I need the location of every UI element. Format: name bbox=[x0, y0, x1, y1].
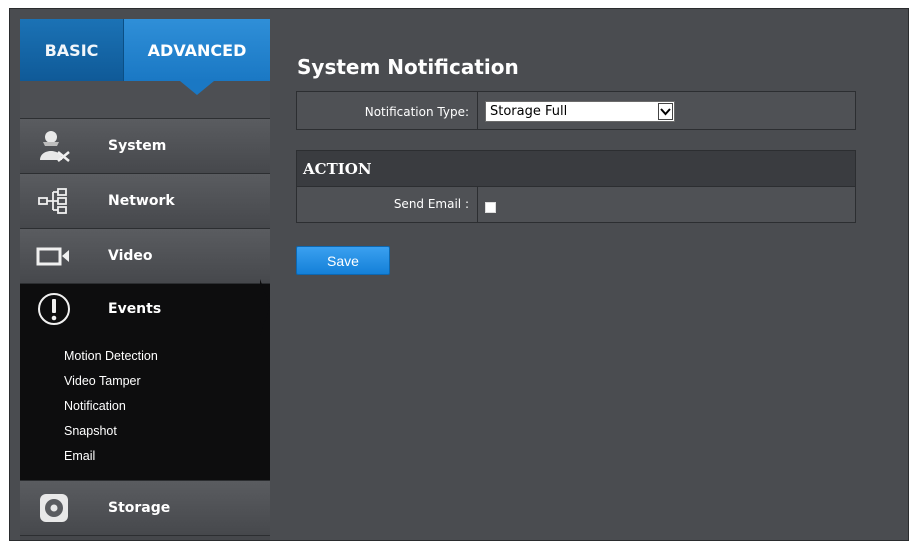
sidebar-item-video[interactable]: Video bbox=[20, 229, 270, 284]
sidebar-item-label: Storage bbox=[108, 500, 171, 516]
action-section: ACTION Send Email : bbox=[296, 150, 856, 223]
chevron-down-icon[interactable] bbox=[658, 103, 673, 120]
select-value: Storage Full bbox=[490, 104, 568, 119]
sidebar-item-system[interactable]: System bbox=[20, 119, 270, 174]
sidebar-item-events[interactable]: Events bbox=[20, 284, 270, 481]
page-title: System Notification bbox=[297, 55, 519, 79]
notification-type-select[interactable]: Storage Full bbox=[485, 101, 675, 122]
label-cell: Notification Type: bbox=[297, 92, 478, 129]
sidebar-item-label: Events bbox=[108, 301, 162, 317]
notification-type-row: Notification Type: Storage Full bbox=[296, 91, 856, 130]
notification-type-label: Notification Type: bbox=[364, 105, 469, 119]
active-item-pointer bbox=[260, 279, 270, 335]
app-frame: BASIC ADVANCED System Network Video Even… bbox=[9, 8, 909, 541]
tab-advanced[interactable]: ADVANCED bbox=[123, 19, 270, 81]
send-email-checkbox[interactable] bbox=[485, 202, 496, 213]
storage-disk-icon bbox=[36, 490, 72, 526]
submenu-snapshot[interactable]: Snapshot bbox=[64, 424, 117, 438]
sidebar-item-label: Video bbox=[108, 248, 153, 264]
mode-tabs: BASIC ADVANCED bbox=[20, 19, 270, 81]
save-button[interactable]: Save bbox=[296, 246, 390, 275]
sidebar-item-label: System bbox=[108, 138, 167, 154]
submenu-email[interactable]: Email bbox=[64, 449, 95, 463]
sidebar-spacer bbox=[20, 81, 270, 119]
label-cell: Send Email : bbox=[297, 187, 478, 222]
active-tab-indicator bbox=[180, 81, 214, 95]
submenu-notification[interactable]: Notification bbox=[64, 399, 126, 413]
submenu-motion-detection[interactable]: Motion Detection bbox=[64, 349, 158, 363]
submenu-video-tamper[interactable]: Video Tamper bbox=[64, 374, 141, 388]
sidebar: BASIC ADVANCED System Network Video Even… bbox=[20, 19, 270, 540]
section-title: ACTION bbox=[303, 160, 372, 178]
send-email-label: Send Email : bbox=[393, 197, 469, 211]
network-tree-icon bbox=[36, 183, 72, 219]
camera-icon bbox=[36, 238, 72, 274]
exclamation-icon bbox=[36, 291, 72, 327]
user-gear-icon bbox=[36, 128, 72, 164]
sidebar-item-storage[interactable]: Storage bbox=[20, 481, 270, 536]
sidebar-item-label: Network bbox=[108, 193, 175, 209]
tab-basic[interactable]: BASIC bbox=[20, 19, 123, 81]
sidebar-item-network[interactable]: Network bbox=[20, 174, 270, 229]
action-header: ACTION bbox=[297, 151, 855, 187]
